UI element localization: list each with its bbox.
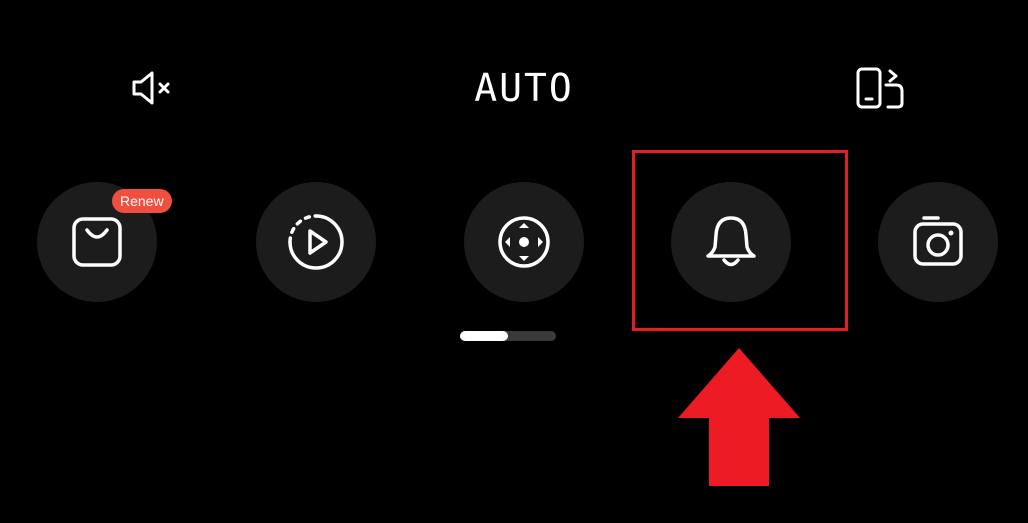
pointer-arrow-icon: [678, 348, 800, 486]
bell-icon: [706, 216, 756, 267]
notifications-button[interactable]: [671, 182, 791, 302]
mute-button[interactable]: [122, 60, 182, 116]
direction-pad-icon: [498, 216, 550, 268]
device-control-panel: AUTO Renew: [0, 0, 1028, 523]
shopping-bag-icon: [72, 217, 122, 267]
speaker-muted-icon: [132, 71, 170, 105]
renew-badge[interactable]: Renew: [112, 189, 172, 213]
playback-button[interactable]: [256, 182, 376, 302]
rotate-screen-button[interactable]: [850, 60, 910, 116]
camera-icon: [913, 216, 963, 266]
screen-rotate-icon: [856, 67, 904, 109]
page-indicator: [460, 331, 556, 341]
mode-auto-button[interactable]: AUTO: [464, 62, 584, 114]
snapshot-button[interactable]: [878, 182, 998, 302]
pan-control-button[interactable]: [464, 182, 584, 302]
playback-icon: [288, 214, 344, 270]
page-indicator-fill: [460, 331, 508, 341]
